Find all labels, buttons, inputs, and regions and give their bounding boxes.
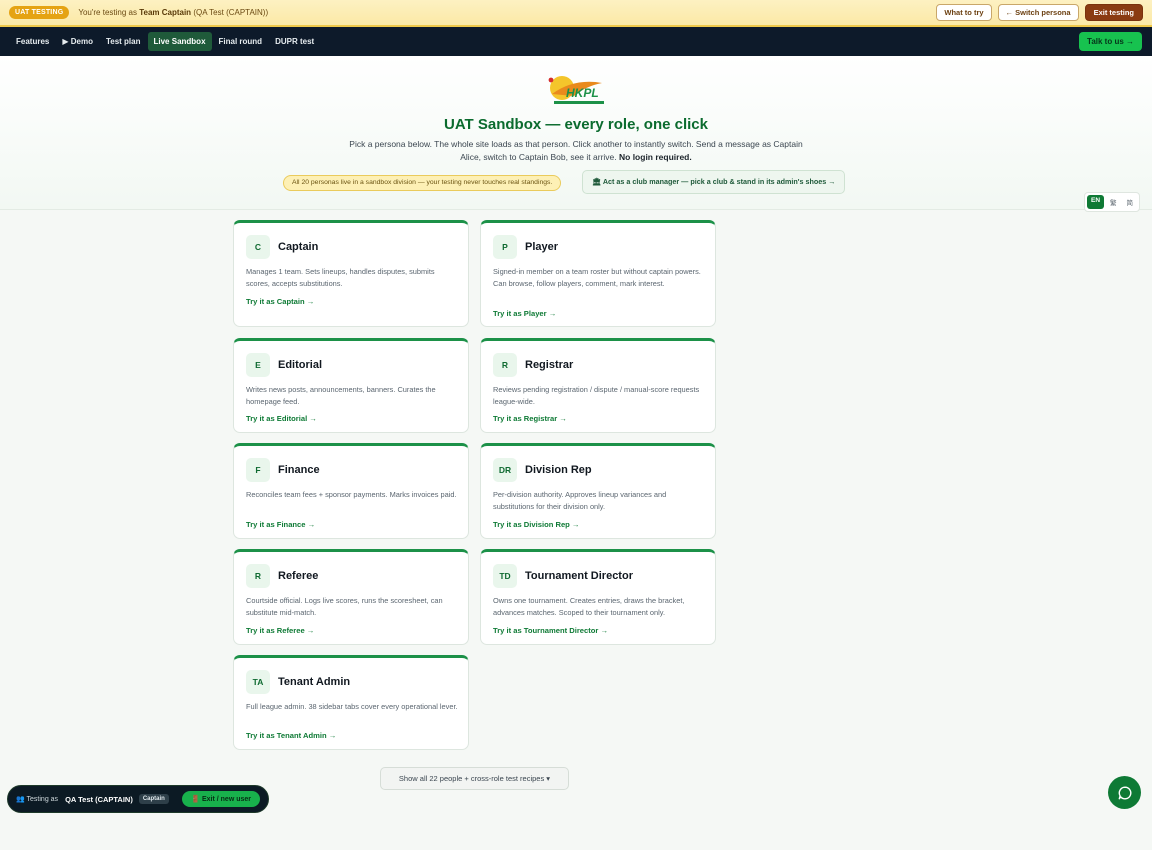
try-captain-link[interactable]: Try it as Captain → [246,297,314,306]
lang-traditional[interactable]: 繁 [1106,195,1121,209]
try-player-link[interactable]: Try it as Player → [493,309,556,318]
card-description: Courtside official. Logs live scores, ru… [246,596,443,617]
nav-dupr-test[interactable]: DUPR test [269,32,320,51]
subtitle-text: Pick a persona below. The whole site loa… [349,139,803,162]
persona-card-captain[interactable]: C Captain Manages 1 team. Sets lineups, h… [233,220,469,327]
uat-prefix: You're testing as [78,8,137,17]
try-division-rep-link[interactable]: Try it as Division Rep → [493,520,580,529]
try-editorial-link[interactable]: Try it as Editorial → [246,414,317,423]
card-description: Per-division authority. Approves lineup … [493,490,667,511]
avatar: R [246,564,270,588]
language-switcher: EN 繁 简 [1084,192,1141,212]
card-title: Division Rep [525,464,592,476]
card-description: Owns one tournament. Creates entries, dr… [493,596,685,617]
exit-testing-button[interactable]: Exit testing [1084,4,1143,21]
card-title: Tournament Director [525,570,633,582]
show-all-people-button[interactable]: Show all 22 people + cross-role test rec… [380,767,569,790]
avatar: TD [493,564,517,588]
card-title: Tenant Admin [278,676,351,688]
page-title: UAT Sandbox — every role, one click [444,116,708,133]
card-title: Finance [278,464,320,476]
talk-to-us-button[interactable]: Talk to us → [1079,32,1142,51]
role-badge: Captain [138,794,169,804]
top-nav: Features ▶ Demo Test plan Live Sandbox F… [0,27,1152,56]
logo-text: HKPL [566,86,599,100]
testing-as-label: 👥 Testing as [16,796,59,803]
chat-icon [1118,786,1131,799]
avatar: TA [246,670,270,694]
testing-as-bar: 👥 Testing as QA Test (CAPTAIN) Captain 🚪… [7,785,269,813]
uat-persona: Team Captain [139,8,192,17]
card-description: Writes news posts, announcements, banner… [246,385,436,406]
avatar: R [493,353,517,377]
avatar: E [246,353,270,377]
card-description: Signed-in member on a team roster but wi… [493,267,701,288]
lang-en[interactable]: EN [1087,195,1105,209]
chat-button[interactable] [1108,776,1141,809]
persona-card-registrar[interactable]: R Registrar Reviews pending registration … [480,338,716,433]
try-registrar-link[interactable]: Try it as Registrar → [493,414,567,423]
lang-simplified[interactable]: 简 [1123,195,1138,209]
try-finance-link[interactable]: Try it as Finance → [246,520,315,529]
avatar: C [246,235,270,259]
nav-demo[interactable]: ▶ Demo [56,32,99,51]
what-to-try-button[interactable]: What to try [936,4,992,21]
sandbox-note: All 20 personas live in a sandbox divisi… [283,175,562,191]
card-description: Reconciles team fees + sponsor payments.… [246,490,457,499]
try-tenant-admin-link[interactable]: Try it as Tenant Admin → [246,731,336,740]
card-title: Player [525,241,559,253]
card-title: Referee [278,570,319,582]
uat-persona-detail: (QA Test (CAPTAIN)) [193,8,269,17]
persona-card-finance[interactable]: F Finance Reconciles team fees + sponsor … [233,443,469,539]
hkpl-logo: HKPL [548,76,604,104]
card-title: Captain [278,241,319,253]
exit-new-user-button[interactable]: 🚪 Exit / new user [182,791,260,807]
persona-card-referee[interactable]: R Referee Courtside official. Logs live s… [233,549,469,645]
persona-card-tenant-admin[interactable]: TA Tenant Admin Full league admin. 38 sid… [233,655,469,750]
uat-badge: UAT TESTING [9,6,70,19]
card-description: Full league admin. 38 sidebar tabs cover… [246,702,458,711]
testing-as-name: QA Test (CAPTAIN) [65,794,133,804]
avatar: F [246,458,270,482]
persona-card-division-rep[interactable]: DR Division Rep Per-division authority. A… [480,443,716,539]
page-subtitle: Pick a persona below. The whole site loa… [340,138,812,164]
persona-card-player[interactable]: P Player Signed-in member on a team roste… [480,220,716,327]
nav-live-sandbox[interactable]: Live Sandbox [147,32,212,51]
nav-features[interactable]: Features [10,32,55,51]
card-title: Registrar [525,359,574,371]
card-description: Reviews pending registration / dispute /… [493,385,700,406]
subtitle-bold: No login required. [619,152,692,162]
card-title: Editorial [278,359,323,371]
persona-card-editorial[interactable]: E Editorial Writes news posts, announceme… [233,338,469,433]
avatar: DR [493,458,517,482]
nav-test-plan[interactable]: Test plan [100,32,147,51]
club-manager-button[interactable]: 🏛 Act as a club manager — pick a club & … [582,170,846,194]
try-tournament-director-link[interactable]: Try it as Tournament Director → [493,626,608,635]
uat-banner-text: You're testing as Team Captain (QA Test … [78,8,268,17]
avatar: P [493,235,517,259]
switch-persona-button[interactable]: ← Switch persona [997,4,1079,21]
try-referee-link[interactable]: Try it as Referee → [246,626,314,635]
persona-card-tournament-director[interactable]: TD Tournament Director Owns one tournamen… [480,549,716,645]
card-description: Manages 1 team. Sets lineups, handles di… [246,267,435,288]
nav-final-round[interactable]: Final round [213,32,269,51]
hero: HKPL UAT Sandbox — every role, one click… [0,56,1152,210]
uat-banner: UAT TESTING You're testing as Team Capta… [0,0,1152,27]
